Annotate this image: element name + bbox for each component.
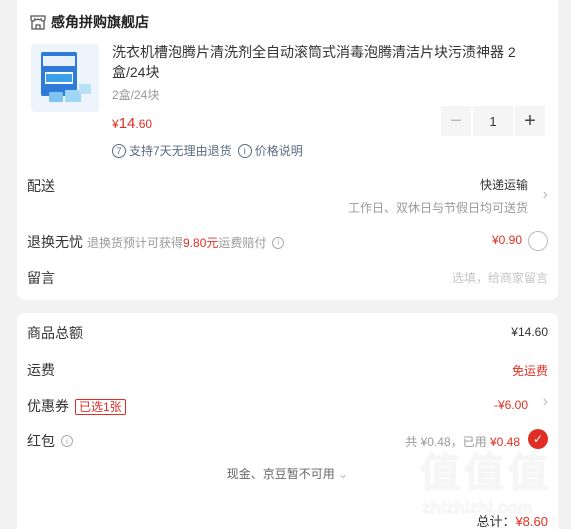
watermark-logo: 值值值 zhizhizhi.com (420, 451, 552, 517)
product-price: ¥14.60 (112, 115, 153, 132)
hongbao-row: 红包 i (27, 431, 73, 451)
increase-button[interactable]: + (515, 106, 545, 136)
store-header[interactable]: 感角拼购旗舰店 (29, 12, 149, 32)
shop-icon (30, 15, 46, 30)
info-icon[interactable]: i (272, 236, 285, 249)
hongbao-label: 红包 (27, 433, 55, 449)
delivery-label: 配送 (27, 178, 55, 194)
chevron-down-icon: ⌄ (338, 467, 349, 481)
return-insurance-desc: 退换货预计可获得 9.80元 运费赔付 i (87, 234, 285, 251)
return-insurance-price: ¥0.90 (491, 233, 522, 247)
note-input[interactable]: 选填，给商家留言 (452, 269, 548, 286)
store-name: 感角拼购旗舰店 (51, 14, 149, 30)
info-icon: i (237, 143, 252, 158)
decrease-button[interactable]: − (441, 106, 471, 136)
return-insurance-radio[interactable] (528, 231, 548, 251)
return-insurance-label: 退换无忧 (27, 234, 83, 250)
return-policy-text[interactable]: 支持7天无理由退货 (129, 142, 232, 159)
delivery-schedule: 工作日、双休日与节假日均可送货 (347, 201, 528, 215)
product-spec: 2盒/24块 (112, 88, 160, 102)
order-item-card: 感角拼购旗舰店 洗衣机槽泡腾片清洗剂全自动滚筒式消毒泡腾清洁片块污渍神器 2盒/… (17, 0, 558, 300)
info-icon[interactable]: i (61, 435, 73, 447)
quantity-value[interactable]: 1 (473, 106, 513, 136)
note-label: 留言 (27, 270, 55, 286)
seven-day-return-icon: 7 (112, 143, 126, 158)
coupon-value[interactable]: -¥6.00 (494, 398, 528, 412)
shipping-label: 运费 (27, 362, 55, 378)
coupon-label: 优惠券 (27, 398, 69, 414)
coupon-row[interactable]: 优惠券 已选1张 (27, 396, 126, 416)
product-image[interactable] (31, 44, 99, 112)
chevron-right-icon[interactable]: › (543, 186, 548, 204)
coupon-badge: 已选1张 (75, 399, 126, 415)
price-explanation-link[interactable]: 价格说明 (255, 142, 303, 159)
delivery-method[interactable]: 快递运输 (480, 176, 528, 193)
service-tags: 7 支持7天无理由退货 i 价格说明 (112, 142, 303, 159)
chevron-right-icon[interactable]: › (543, 393, 548, 411)
product-title[interactable]: 洗衣机槽泡腾片清洗剂全自动滚筒式消毒泡腾清洁片块污渍神器 2盒/24块 (112, 42, 532, 82)
goods-total-label: 商品总额 (27, 325, 83, 341)
quantity-stepper: − 1 + (441, 106, 545, 136)
shipping-value: 免运费 (511, 364, 548, 378)
goods-total-value: ¥14.60 (511, 325, 548, 339)
